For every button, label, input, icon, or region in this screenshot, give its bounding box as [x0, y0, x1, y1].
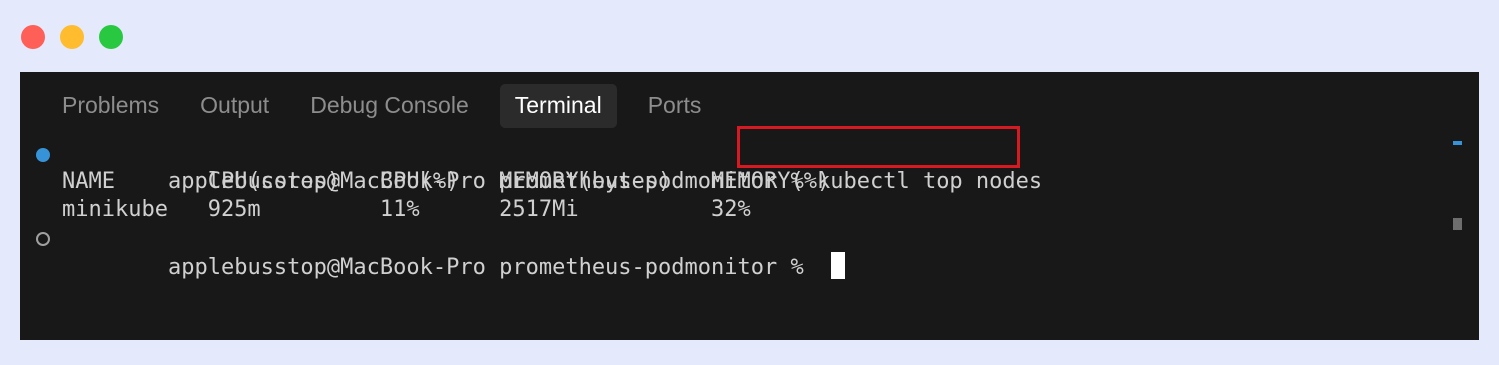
command-success-decoration-icon[interactable] — [36, 148, 50, 162]
terminal-prompt-2: applebusstop@MacBook-Pro prometheus-podm… — [167, 255, 817, 280]
minimize-window-button[interactable] — [60, 25, 84, 49]
tab-debug-console[interactable]: Debug Console — [300, 84, 479, 128]
window-controls — [21, 25, 123, 49]
tab-terminal[interactable]: Terminal — [499, 84, 617, 128]
tab-output[interactable]: Output — [190, 84, 279, 128]
tab-problems[interactable]: Problems — [52, 84, 169, 128]
scrollbar-thumb[interactable] — [1453, 218, 1462, 230]
scrollbar-marker-icon — [1453, 141, 1462, 145]
terminal-line-row: minikube 925m 11% 2517Mi 32% — [62, 197, 751, 222]
terminal-output[interactable]: applebusstop@MacBook-Pro prometheus-podm… — [20, 126, 1479, 280]
terminal-line-header: NAME CPU(cores) CPU(%) MEMORY(bytes) MEM… — [62, 169, 831, 194]
terminal-line-prompt: applebusstop@MacBook-Pro prometheus-podm… — [20, 224, 1479, 280]
close-window-button[interactable] — [21, 25, 45, 49]
terminal-panel: Problems Output Debug Console Terminal P… — [20, 72, 1479, 340]
app-window: Problems Output Debug Console Terminal P… — [0, 0, 1499, 365]
panel-tabs: Problems Output Debug Console Terminal P… — [52, 84, 732, 128]
terminal-cursor — [830, 252, 845, 279]
command-highlight-box — [737, 126, 1020, 168]
maximize-window-button[interactable] — [99, 25, 123, 49]
command-pending-decoration-icon[interactable] — [36, 232, 50, 246]
tab-ports[interactable]: Ports — [638, 84, 712, 128]
terminal-line-command: applebusstop@MacBook-Pro prometheus-podm… — [20, 126, 1479, 194]
